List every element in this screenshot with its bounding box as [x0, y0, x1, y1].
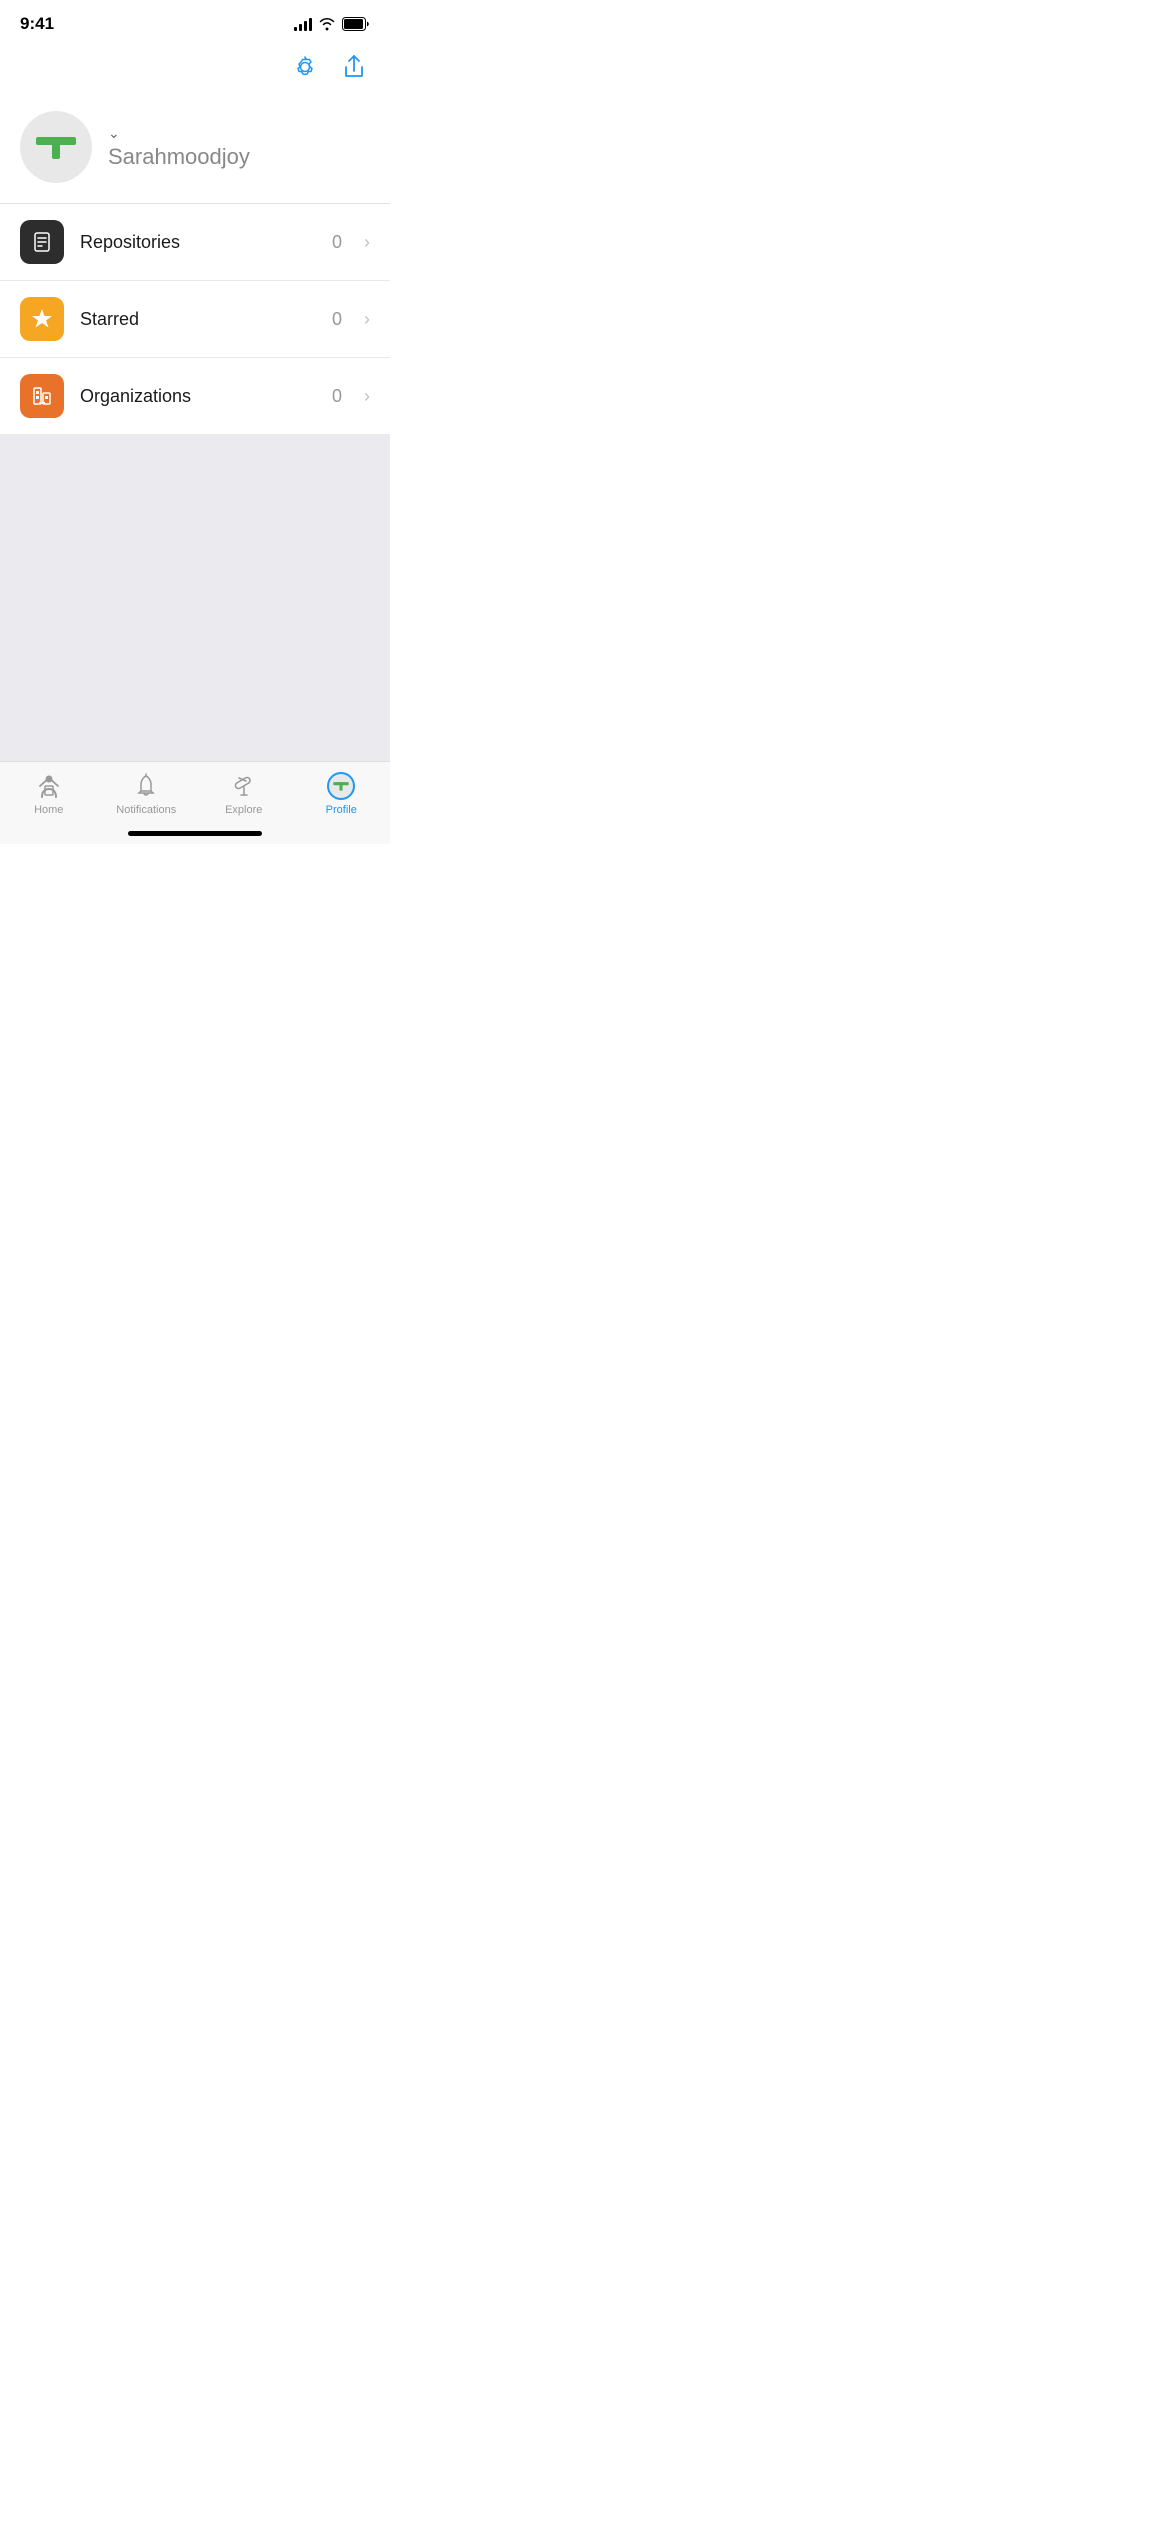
organizations-chevron: › — [364, 386, 370, 407]
repositories-chevron: › — [364, 232, 370, 253]
explore-icon — [230, 772, 258, 800]
main-content: ⌄ Sarahmoodjoy Repositories 0 › — [0, 99, 390, 810]
status-time: 9:41 — [20, 14, 54, 34]
starred-item[interactable]: Starred 0 › — [0, 281, 390, 358]
repositories-item[interactable]: Repositories 0 › — [0, 204, 390, 281]
starred-icon — [20, 297, 64, 341]
profile-header: ⌄ Sarahmoodjoy — [0, 99, 390, 203]
avatar — [20, 111, 92, 183]
organizations-icon — [20, 374, 64, 418]
starred-label: Starred — [80, 309, 316, 330]
tab-profile-label: Profile — [326, 804, 357, 816]
organizations-count: 0 — [332, 386, 342, 407]
action-bar — [0, 42, 390, 99]
signal-icon — [294, 17, 312, 31]
username: Sarahmoodjoy — [108, 144, 250, 170]
status-icons — [294, 17, 370, 31]
notifications-icon — [132, 772, 160, 800]
tab-notifications[interactable]: Notifications — [111, 772, 181, 816]
settings-button[interactable] — [288, 50, 322, 87]
tab-home[interactable]: Home — [14, 772, 84, 816]
home-icon — [35, 772, 63, 800]
battery-icon — [342, 17, 370, 31]
starred-count: 0 — [332, 309, 342, 330]
starred-chevron: › — [364, 309, 370, 330]
menu-list: Repositories 0 › Starred 0 › — [0, 204, 390, 434]
home-indicator — [128, 831, 262, 836]
profile-tab-icon — [327, 772, 355, 800]
tab-home-label: Home — [34, 804, 63, 816]
tab-notifications-label: Notifications — [116, 804, 176, 816]
share-button[interactable] — [338, 50, 370, 87]
repositories-count: 0 — [332, 232, 342, 253]
profile-tab-avatar — [327, 772, 355, 800]
account-switcher[interactable]: ⌄ — [108, 125, 250, 142]
repositories-icon — [20, 220, 64, 264]
organizations-label: Organizations — [80, 386, 316, 407]
profile-info: ⌄ Sarahmoodjoy — [108, 125, 250, 170]
tab-explore-label: Explore — [225, 804, 262, 816]
tab-explore[interactable]: Explore — [209, 772, 279, 816]
repositories-label: Repositories — [80, 232, 316, 253]
chevron-down-icon: ⌄ — [108, 125, 120, 142]
organizations-item[interactable]: Organizations 0 › — [0, 358, 390, 434]
tab-profile[interactable]: Profile — [306, 772, 376, 816]
status-bar: 9:41 — [0, 0, 390, 42]
wifi-icon — [318, 17, 336, 31]
empty-area — [0, 434, 390, 810]
